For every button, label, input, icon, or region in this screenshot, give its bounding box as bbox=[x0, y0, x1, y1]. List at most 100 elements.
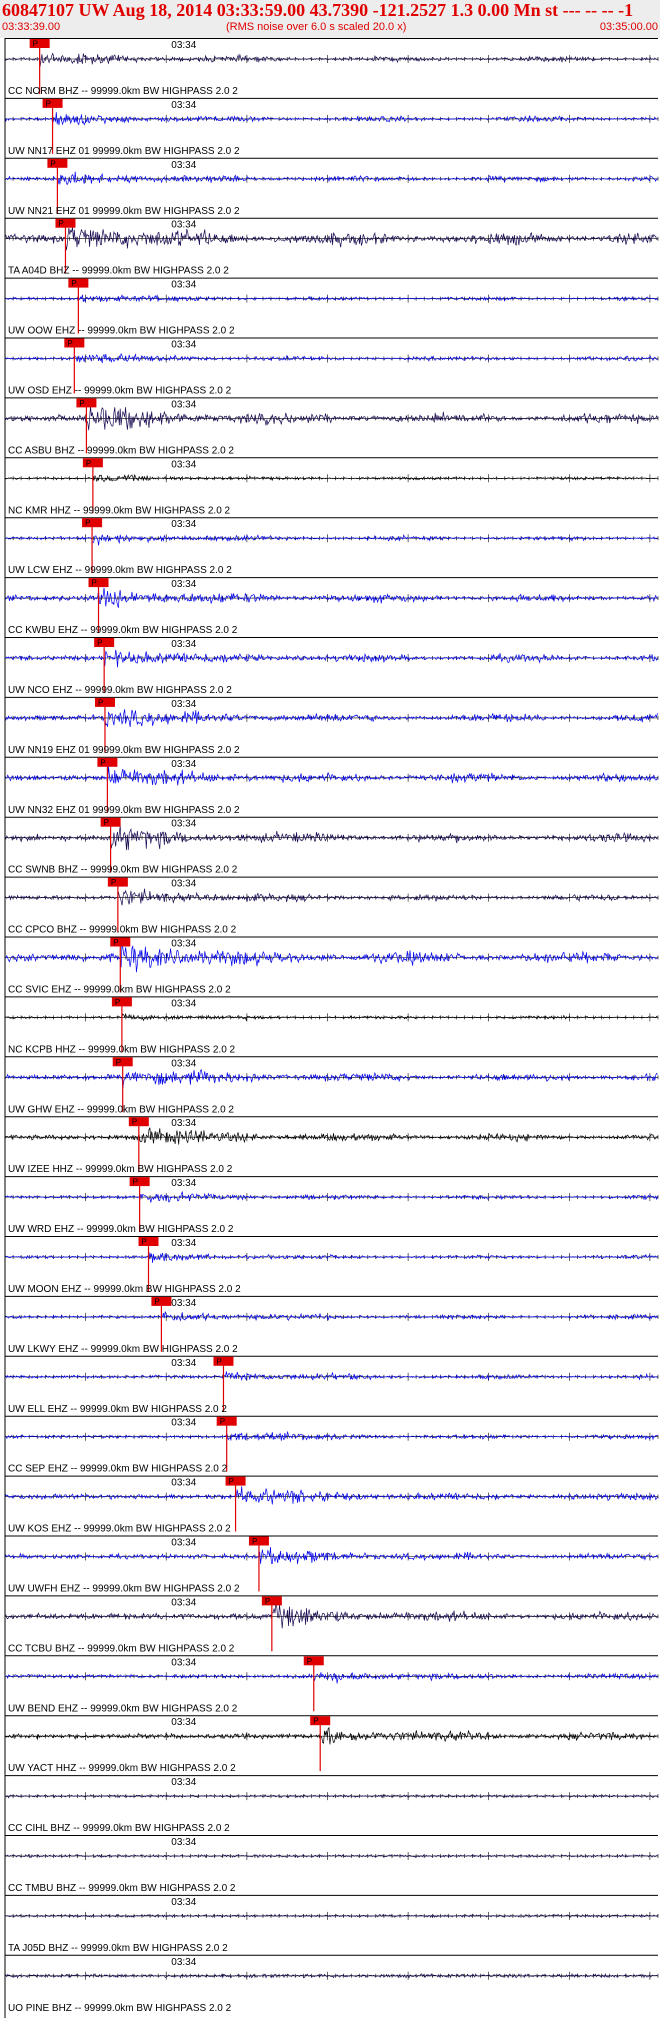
phase-pick-label: P bbox=[97, 639, 102, 648]
channel-label: CC TCBU BHZ -- 99999.0km BW HIGHPASS 2.0… bbox=[8, 1643, 235, 1654]
channel-label: UW NCO EHZ -- 99999.0km BW HIGHPASS 2.0 … bbox=[8, 685, 232, 696]
minute-tick-label: 03:34 bbox=[171, 1777, 196, 1788]
minute-tick-label: 03:34 bbox=[171, 340, 196, 351]
waveform-trace bbox=[4, 1672, 658, 1684]
waveform-trace bbox=[4, 1252, 658, 1263]
phase-pick-label: P bbox=[307, 1657, 312, 1666]
waveform-trace bbox=[4, 1726, 658, 1745]
minute-tick-label: 03:34 bbox=[171, 639, 196, 650]
minute-tick-label: 03:34 bbox=[171, 1478, 196, 1489]
channel-label: TA A04D BHZ -- 99999.0km BW HIGHPASS 2.0… bbox=[8, 266, 229, 277]
minute-tick-label: 03:34 bbox=[171, 1538, 196, 1549]
phase-pick-label: P bbox=[71, 279, 76, 288]
minute-tick-label: 03:34 bbox=[171, 459, 196, 470]
channel-label: CC ASBU BHZ -- 99999.0km BW HIGHPASS 2.0… bbox=[8, 445, 234, 456]
phase-pick-label: P bbox=[313, 1717, 318, 1726]
channel-label: UW KOS EHZ -- 99999.0km BW HIGHPASS 2.0 … bbox=[8, 1524, 231, 1535]
channel-label: UW OOW EHZ -- 99999.0km BW HIGHPASS 2.0 … bbox=[8, 326, 235, 337]
minute-tick-label: 03:34 bbox=[171, 160, 196, 171]
phase-pick-label: P bbox=[86, 459, 91, 468]
waveform-trace bbox=[4, 1127, 658, 1145]
minute-tick-label: 03:34 bbox=[171, 879, 196, 890]
waveform-trace bbox=[4, 1486, 658, 1505]
phase-pick-label: P bbox=[46, 99, 51, 108]
waveform-trace bbox=[4, 1311, 658, 1322]
waveform-trace bbox=[4, 1068, 658, 1089]
waveform-trace bbox=[4, 1371, 658, 1382]
waveform-trace bbox=[4, 587, 658, 608]
channel-label: UW NN19 EHZ 01 99999.0km BW HIGHPASS 2.0… bbox=[8, 745, 240, 756]
phase-pick-label: P bbox=[98, 698, 103, 707]
scaling-note: (RMS noise over 6.0 s scaled 20.0 x) bbox=[226, 21, 407, 33]
channel-label: UW NN21 EHZ 01 99999.0km BW HIGHPASS 2.0… bbox=[8, 206, 240, 217]
channel-label: UW UWFH EHZ -- 99999.0km BW HIGHPASS 2.0… bbox=[8, 1584, 240, 1595]
phase-pick-label: P bbox=[100, 758, 105, 767]
waveform-trace bbox=[4, 1794, 658, 1799]
minute-tick-label: 03:34 bbox=[171, 1358, 196, 1369]
minute-tick-label: 03:34 bbox=[171, 1298, 196, 1309]
minute-tick-label: 03:34 bbox=[171, 1957, 196, 1968]
waveform-trace bbox=[4, 944, 658, 973]
channel-label: CC CIHL BHZ -- 99999.0km BW HIGHPASS 2.0… bbox=[8, 1823, 230, 1834]
channel-label: UW WRD EHZ -- 99999.0km BW HIGHPASS 2.0 … bbox=[8, 1224, 234, 1235]
channel-label: UW MOON EHZ -- 99999.0km BW HIGHPASS 2.0… bbox=[8, 1284, 241, 1295]
minute-tick-label: 03:34 bbox=[171, 699, 196, 710]
waveform-trace bbox=[4, 1913, 658, 1919]
plot-header: 60847107 UW Aug 18, 2014 03:33:59.00 43.… bbox=[0, 0, 660, 38]
minute-tick-label: 03:34 bbox=[171, 1657, 196, 1668]
minute-tick-label: 03:34 bbox=[171, 579, 196, 590]
waveform-trace bbox=[4, 765, 658, 786]
start-time-label: 03:33:39.00 bbox=[2, 21, 61, 33]
phase-pick-label: P bbox=[79, 399, 84, 408]
minute-tick-label: 03:34 bbox=[171, 280, 196, 291]
waveform-trace bbox=[4, 709, 658, 727]
event-title: 60847107 UW Aug 18, 2014 03:33:59.00 43.… bbox=[2, 0, 634, 20]
minute-tick-label: 03:34 bbox=[171, 1717, 196, 1728]
channel-label: UW BEND EHZ -- 99999.0km BW HIGHPASS 2.0… bbox=[8, 1703, 238, 1714]
minute-tick-label: 03:34 bbox=[171, 1238, 196, 1249]
minute-tick-label: 03:34 bbox=[171, 100, 196, 111]
waveform-trace bbox=[4, 52, 658, 67]
channel-label: UW NN32 EHZ 01 99999.0km BW HIGHPASS 2.0… bbox=[8, 805, 240, 816]
channel-label: UW LKWY EHZ -- 99999.0km BW HIGHPASS 2.0… bbox=[8, 1344, 238, 1355]
channel-label: UW IZEE HHZ -- 99999.0km BW HIGHPASS 2.0… bbox=[8, 1164, 233, 1175]
minute-tick-label: 03:34 bbox=[171, 399, 196, 410]
phase-pick-label: P bbox=[265, 1597, 270, 1606]
phase-pick-label: P bbox=[50, 159, 55, 168]
minute-tick-label: 03:34 bbox=[171, 1837, 196, 1848]
minute-tick-label: 03:34 bbox=[171, 998, 196, 1009]
phase-pick-label: P bbox=[252, 1537, 257, 1546]
phase-pick-label: P bbox=[104, 818, 109, 827]
minute-tick-label: 03:34 bbox=[171, 1178, 196, 1189]
phase-pick-label: P bbox=[85, 519, 90, 528]
minute-tick-label: 03:34 bbox=[171, 819, 196, 830]
waveform-trace bbox=[4, 888, 658, 906]
waveform-trace bbox=[5, 533, 658, 546]
phase-pick-label: P bbox=[229, 1477, 234, 1486]
minute-tick-label: 03:34 bbox=[171, 40, 196, 51]
phase-pick-label: P bbox=[216, 1357, 221, 1366]
phase-pick-label: P bbox=[92, 579, 97, 588]
minute-tick-label: 03:34 bbox=[171, 220, 196, 231]
phase-pick-label: P bbox=[111, 878, 116, 887]
phase-pick-label: P bbox=[58, 219, 63, 228]
waveform-trace bbox=[4, 1601, 658, 1629]
phase-pick-label: P bbox=[116, 1058, 121, 1067]
minute-tick-label: 03:34 bbox=[171, 1118, 196, 1129]
channel-label: UW YACT HHZ -- 99999.0km BW HIGHPASS 2.0… bbox=[8, 1763, 236, 1774]
channel-label: UO PINE BHZ -- 99999.0km BW HIGHPASS 2.0… bbox=[8, 2003, 232, 2014]
minute-tick-label: 03:34 bbox=[171, 1597, 196, 1608]
phase-pick-label: P bbox=[113, 938, 118, 947]
minute-tick-label: 03:34 bbox=[171, 759, 196, 770]
minute-tick-label: 03:34 bbox=[171, 1897, 196, 1908]
channel-label: CC NORM BHZ -- 99999.0km BW HIGHPASS 2.0… bbox=[8, 86, 238, 97]
phase-pick-label: P bbox=[67, 339, 72, 348]
channel-label: CC CPCO BHZ -- 99999.0km BW HIGHPASS 2.0… bbox=[8, 925, 237, 936]
channel-label: CC KWBU EHZ -- 99999.0km BW HIGHPASS 2.0… bbox=[8, 625, 238, 636]
channel-label: UW NN17 EHZ 01 99999.0km BW HIGHPASS 2.0… bbox=[8, 146, 240, 157]
end-time-label: 03:35:00.00 bbox=[599, 21, 658, 33]
channel-label: UW OSD EHZ -- 99999.0km BW HIGHPASS 2.0 … bbox=[8, 386, 232, 397]
phase-pick-label: P bbox=[132, 1118, 137, 1127]
seismogram-chart: 03:34 P CC NORM BHZ -- 99999.0km BW HIGHPA… bbox=[4, 38, 659, 2018]
channel-label: CC SVIC EHZ -- 99999.0km BW HIGHPASS 2.0… bbox=[8, 985, 231, 996]
